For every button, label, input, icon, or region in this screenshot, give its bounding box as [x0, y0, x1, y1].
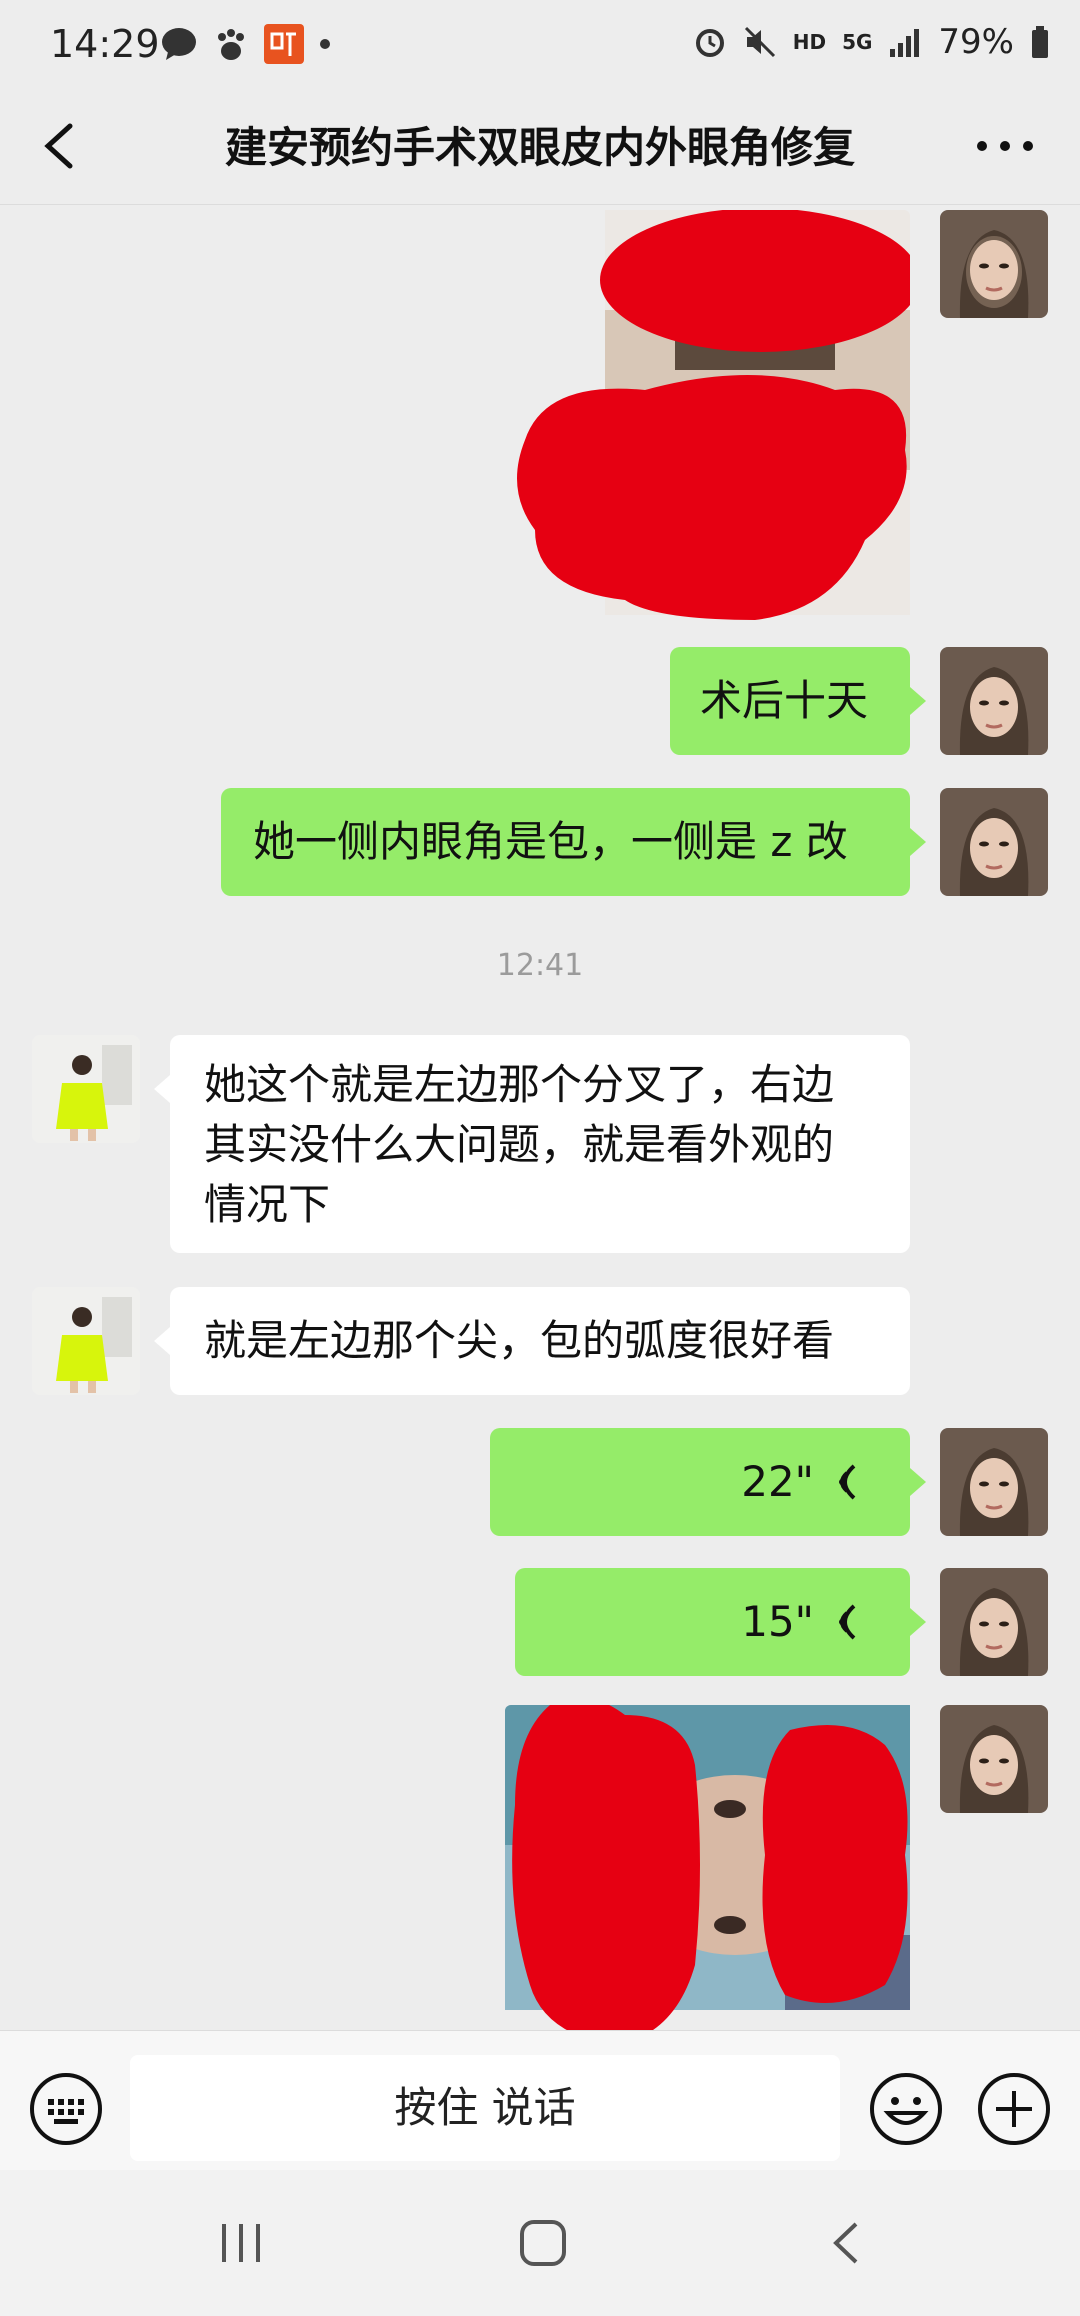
- voice-wave-icon: [839, 1464, 856, 1500]
- more-dots-icon[interactable]: [970, 116, 1040, 176]
- voice-wave-icon: [839, 1604, 856, 1640]
- my-avatar[interactable]: [940, 788, 1048, 896]
- image-message-redacted[interactable]: [505, 1705, 915, 2045]
- battery-percent: 79%: [938, 22, 1014, 62]
- incoming-message[interactable]: 就是左边那个尖，包的弧度很好看: [170, 1287, 910, 1395]
- chat-input-bar: 按住 说话: [0, 2030, 1080, 2171]
- chat-notification-icon: [162, 28, 196, 60]
- alarm-icon: [695, 29, 724, 57]
- contact-avatar[interactable]: [32, 1035, 140, 1143]
- contact-avatar[interactable]: [32, 1287, 140, 1395]
- emoji-icon[interactable]: [868, 2071, 944, 2147]
- incoming-message[interactable]: 她这个就是左边那个分叉了，右边 其实没什么大问题，就是看外观的 情况下: [170, 1035, 910, 1253]
- message-text: 术后十天: [700, 676, 869, 725]
- keyboard-icon[interactable]: [28, 2071, 104, 2147]
- message-timestamp: 12:41: [496, 948, 584, 983]
- status-time: 14:29: [50, 22, 160, 66]
- system-back-icon[interactable]: [826, 2218, 866, 2268]
- my-avatar[interactable]: [940, 1568, 1048, 1676]
- message-list[interactable]: 术后十天 她一侧内眼角是包，一侧是 z 改 12:41 她这个就是左边那个分叉了…: [0, 205, 1080, 2045]
- home-icon[interactable]: [518, 2218, 568, 2268]
- chat-header: 建安预约手术双眼皮内外眼角修复: [0, 92, 1080, 205]
- paw-app-icon: [218, 29, 244, 60]
- battery-icon: [1032, 26, 1048, 58]
- chat-title: 建安预约手术双眼皮内外眼角修复: [224, 123, 855, 172]
- message-text-line: 情况下: [204, 1180, 331, 1229]
- status-notification-icons: [160, 24, 332, 64]
- listen-app-icon: [264, 24, 304, 64]
- system-navigation-bar: [0, 2170, 1080, 2316]
- bubble-tail: [910, 1468, 926, 1496]
- outgoing-message[interactable]: 她一侧内眼角是包，一侧是 z 改: [221, 788, 910, 896]
- voice-message[interactable]: 22": [490, 1428, 910, 1536]
- recent-apps-icon[interactable]: [216, 2220, 266, 2266]
- press-to-talk-button[interactable]: 按住 说话: [130, 2055, 840, 2161]
- mute-icon: [744, 26, 775, 58]
- message-text: 她一侧内眼角是包，一侧是 z 改: [253, 817, 848, 866]
- bubble-tail: [154, 1075, 170, 1103]
- my-avatar[interactable]: [940, 1428, 1048, 1536]
- voice-duration: 15": [741, 1597, 814, 1646]
- image-message-redacted[interactable]: [505, 210, 910, 620]
- status-right-icons: HD 5G 79%: [693, 22, 1050, 62]
- my-avatar[interactable]: [940, 647, 1048, 755]
- status-bar: 14:29 HD 5G 79%: [0, 0, 1080, 92]
- outgoing-message[interactable]: 术后十天: [670, 647, 910, 755]
- network-type-label: 5G: [842, 30, 873, 54]
- bubble-tail: [154, 1327, 170, 1355]
- bubble-tail: [910, 828, 926, 856]
- message-text-line: 其实没什么大问题，就是看外观的: [204, 1120, 835, 1169]
- plus-icon[interactable]: [976, 2071, 1052, 2147]
- voice-duration: 22": [741, 1457, 814, 1506]
- message-text: 就是左边那个尖，包的弧度很好看: [204, 1316, 835, 1365]
- bubble-tail: [910, 1608, 926, 1636]
- my-avatar[interactable]: [940, 210, 1048, 318]
- my-avatar[interactable]: [940, 1705, 1048, 1813]
- bubble-tail: [910, 687, 926, 715]
- voice-message[interactable]: 15": [515, 1568, 910, 1676]
- message-text-line: 她这个就是左边那个分叉了，右边: [204, 1060, 835, 1109]
- signal-icon: [890, 29, 920, 57]
- dot-icon: [320, 39, 330, 49]
- hd-label: HD: [792, 30, 827, 54]
